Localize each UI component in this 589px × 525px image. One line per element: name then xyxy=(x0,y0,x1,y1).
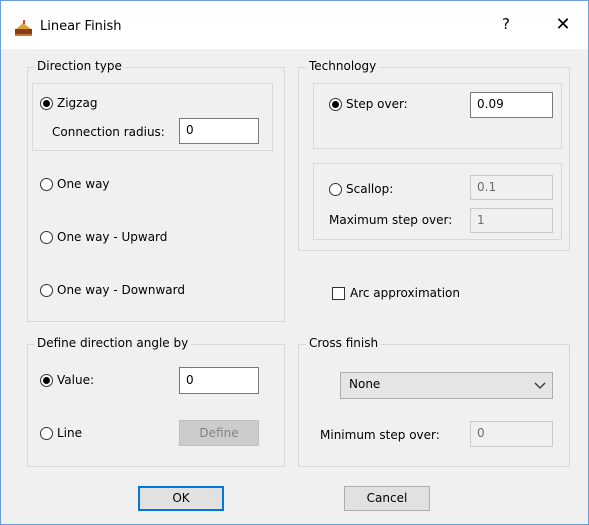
zigzag-label[interactable]: Zigzag xyxy=(57,96,97,110)
value-radio[interactable] xyxy=(40,374,53,387)
connection-radius-label: Connection radius: xyxy=(52,125,165,139)
one-way-downward-label[interactable]: One way - Downward xyxy=(57,283,185,297)
one-way-downward-radio[interactable] xyxy=(40,284,53,297)
one-way-upward-label[interactable]: One way - Upward xyxy=(57,230,167,244)
max-step-over-label: Maximum step over: xyxy=(329,213,453,227)
cake-icon xyxy=(14,20,34,36)
max-step-over-input[interactable]: 1 xyxy=(470,208,553,233)
ok-button[interactable]: OK xyxy=(138,486,224,511)
window-title: Linear Finish xyxy=(40,19,122,34)
min-step-over-input[interactable]: 0 xyxy=(470,421,553,447)
min-step-over-label: Minimum step over: xyxy=(320,428,440,442)
one-way-upward-radio[interactable] xyxy=(40,231,53,244)
step-over-input[interactable]: 0.09 xyxy=(470,92,553,118)
zigzag-radio[interactable] xyxy=(40,97,53,110)
arc-approximation-checkbox[interactable] xyxy=(332,287,345,300)
technology-legend: Technology xyxy=(306,59,380,73)
cancel-button[interactable]: Cancel xyxy=(344,486,430,511)
angle-value-input[interactable]: 0 xyxy=(179,367,259,394)
line-label[interactable]: Line xyxy=(57,426,82,440)
step-over-radio[interactable] xyxy=(329,98,342,111)
step-over-label[interactable]: Step over: xyxy=(346,97,408,111)
define-angle-legend: Define direction angle by xyxy=(34,336,192,350)
one-way-label[interactable]: One way xyxy=(57,177,110,191)
cross-finish-legend: Cross finish xyxy=(306,336,382,350)
connection-radius-input[interactable]: 0 xyxy=(179,118,259,144)
cross-finish-select[interactable]: None xyxy=(340,372,553,399)
line-radio[interactable] xyxy=(40,427,53,440)
close-button[interactable]: ✕ xyxy=(552,14,574,36)
direction-type-legend: Direction type xyxy=(34,59,125,73)
scallop-radio[interactable] xyxy=(329,183,342,196)
chevron-down-icon[interactable] xyxy=(534,380,546,390)
define-angle-group xyxy=(27,344,285,467)
help-button[interactable]: ? xyxy=(496,15,516,37)
value-label[interactable]: Value: xyxy=(57,373,94,387)
cross-finish-selected: None xyxy=(349,377,381,391)
define-button[interactable]: Define xyxy=(179,420,259,446)
cross-finish-group xyxy=(298,344,570,467)
scallop-label[interactable]: Scallop: xyxy=(346,182,393,196)
scallop-input[interactable]: 0.1 xyxy=(470,175,553,200)
arc-approximation-label[interactable]: Arc approximation xyxy=(350,286,460,300)
one-way-radio[interactable] xyxy=(40,178,53,191)
